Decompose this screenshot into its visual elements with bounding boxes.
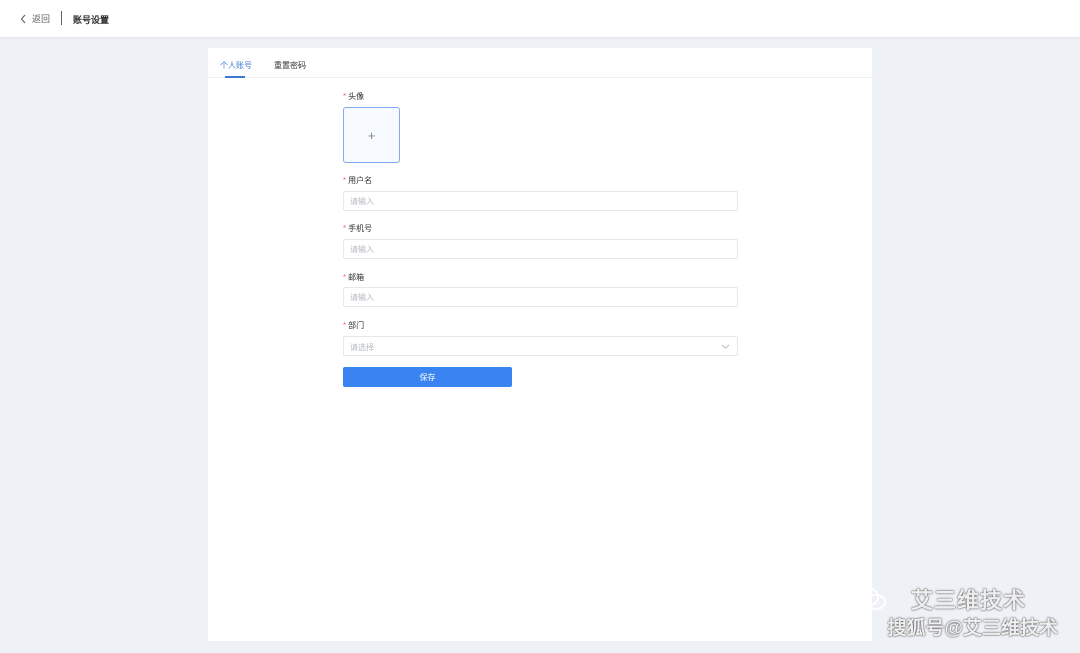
required-mark: * xyxy=(343,273,347,282)
username-label: * 用户名 xyxy=(343,176,373,185)
active-tab-indicator xyxy=(225,76,245,78)
watermark-line-2: 搜狐号@艾三维技术 xyxy=(887,618,1058,639)
avatar-label: * 头像 xyxy=(343,92,365,101)
department-label: * 部门 xyxy=(343,321,365,330)
avatar-upload-button[interactable]: + xyxy=(343,107,400,163)
header-divider xyxy=(61,11,62,25)
required-mark: * xyxy=(343,92,347,101)
chevron-down-icon xyxy=(721,344,730,349)
wechat-icon xyxy=(855,587,886,610)
department-select[interactable]: 请选择 xyxy=(343,336,738,356)
phone-label: * 手机号 xyxy=(343,224,373,233)
username-input[interactable] xyxy=(343,191,738,211)
tab-reset-password[interactable]: 重置密码 xyxy=(274,60,306,71)
required-mark: * xyxy=(343,321,347,330)
required-mark: * xyxy=(343,176,347,185)
chevron-left-icon xyxy=(20,14,26,23)
page-title: 账号设置 xyxy=(73,15,110,25)
department-placeholder: 请选择 xyxy=(350,343,374,352)
email-input[interactable] xyxy=(343,287,738,307)
watermark: 艾三维技术 搜狐号@艾三维技术 xyxy=(853,583,1058,643)
plus-icon: + xyxy=(367,127,376,143)
tab-personal-account[interactable]: 个人账号 xyxy=(220,60,252,71)
required-mark: * xyxy=(343,224,347,233)
phone-input[interactable] xyxy=(343,239,738,259)
back-label: 返回 xyxy=(32,14,51,24)
top-bar: 返回 账号设置 xyxy=(0,0,1080,37)
back-button[interactable]: 返回 xyxy=(19,12,50,25)
settings-card: 个人账号 重置密码 *头像 + *用户名 *手机号 *邮箱 *部门 请选择 保存 xyxy=(208,48,872,641)
tab-bar: 个人账号 重置密码 xyxy=(208,48,872,78)
watermark-line-1: 艾三维技术 xyxy=(910,588,1026,613)
save-button[interactable]: 保存 xyxy=(343,367,512,387)
email-label: * 邮箱 xyxy=(343,273,365,282)
